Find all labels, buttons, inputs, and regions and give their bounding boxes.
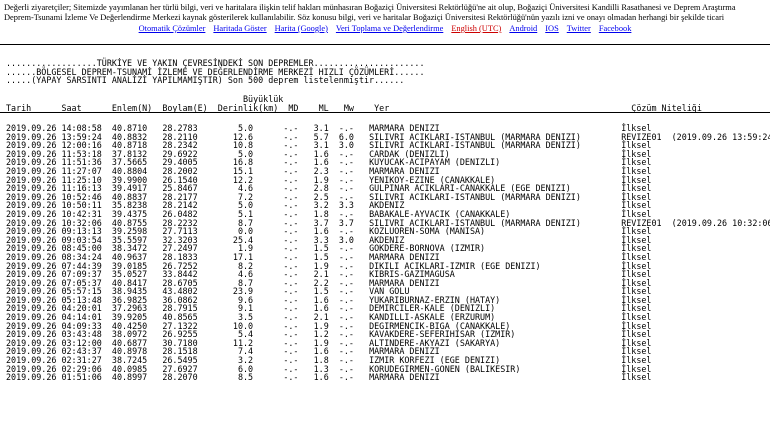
nav-link-harita-google[interactable]: Harita (Google) bbox=[275, 24, 328, 33]
cell-lon: 28.2070 bbox=[147, 372, 198, 383]
nav-link-facebook[interactable]: Facebook bbox=[599, 24, 632, 33]
cell-time: 01:51:06 bbox=[61, 372, 102, 383]
cell-place: MARMARA DENIZI bbox=[353, 372, 622, 383]
nav-link-otomatik-z-mler[interactable]: Otomatik Çözümler bbox=[139, 24, 206, 33]
copyright-notice: Değerli ziyaretçiler; Sitemizde yayımlan… bbox=[4, 3, 736, 23]
cell-lat: 40.8997 bbox=[101, 372, 148, 383]
header-divider bbox=[0, 112, 770, 113]
table-row: 2019.09.26 01:51:06 40.8997 28.2070 8.5 … bbox=[6, 372, 651, 382]
cell-ml: 1.6 bbox=[298, 372, 329, 383]
nav-link-android[interactable]: Android bbox=[509, 24, 537, 33]
heading-line-3: .....(YAPAY SARSINTI ANALİZİ YAPILMAMIŞT… bbox=[6, 75, 405, 86]
notice-line-1: Değerli ziyaretçiler; Sitemizde yayımlan… bbox=[4, 3, 736, 12]
earthquake-table: 2019.09.26 14:08:58 40.8710 28.2783 5.0 … bbox=[6, 124, 770, 382]
listing-heading: ..................TÜRKİYE VE YAKIN ÇEVRE… bbox=[6, 59, 425, 85]
cell-quality: İlksel bbox=[621, 372, 652, 383]
cell-depth: 8.5 bbox=[197, 372, 254, 383]
nav-link-english-utc[interactable]: English (UTC) bbox=[451, 24, 501, 33]
nav-link-haritada-g-ster[interactable]: Haritada Göster bbox=[213, 24, 266, 33]
cell-date: 2019.09.26 bbox=[6, 372, 57, 383]
column-headers: Büyüklük Tarih Saat Enlem(N) Boylam(E) D… bbox=[6, 95, 702, 112]
nav-divider bbox=[0, 44, 770, 45]
notice-line-2: Deprem-Tsunami İzleme Ve Değerlendirme M… bbox=[4, 13, 725, 22]
cell-md: -.- bbox=[253, 372, 299, 383]
nav-link-veri-toplama-ve-de-erlendirme[interactable]: Veri Toplama ve Değerlendirme bbox=[336, 24, 443, 33]
nav-link-twitter[interactable]: Twitter bbox=[567, 24, 591, 33]
cell-mw: -.- bbox=[328, 372, 354, 383]
nav-links: Otomatik Çözümler Haritada Göster Harita (… bbox=[0, 24, 770, 34]
nav-link-ios[interactable]: IOS bbox=[545, 24, 559, 33]
